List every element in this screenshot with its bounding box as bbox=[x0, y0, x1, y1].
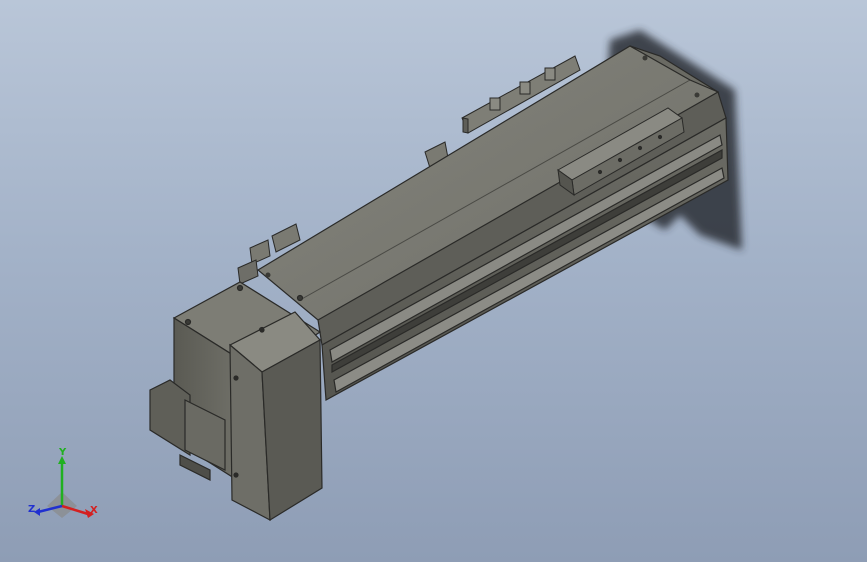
linear-actuator-model[interactable] bbox=[0, 0, 867, 562]
triad-graphic bbox=[34, 456, 94, 518]
orientation-triad: Y X Z bbox=[22, 448, 112, 528]
x-axis-label: X bbox=[90, 505, 98, 516]
end-cover[interactable] bbox=[228, 311, 323, 522]
cad-viewport[interactable]: Y X Z bbox=[0, 0, 867, 562]
z-axis-label: Z bbox=[28, 504, 36, 515]
y-axis-label: Y bbox=[59, 447, 67, 458]
